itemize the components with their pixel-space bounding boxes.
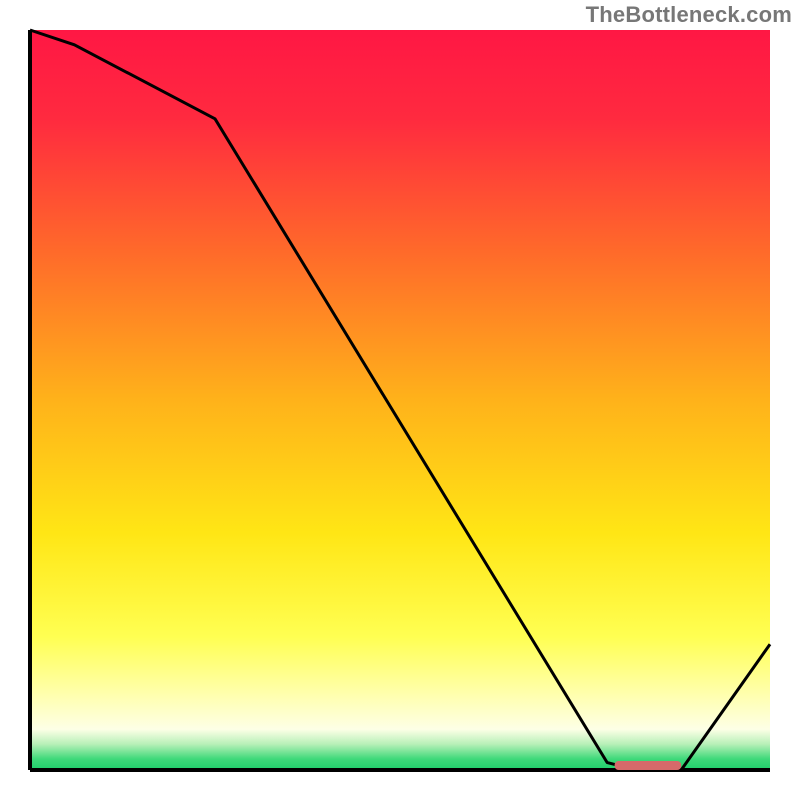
plot-background — [30, 30, 770, 770]
bottleneck-chart — [0, 0, 800, 800]
bottleneck-marker — [615, 761, 682, 770]
chart-container: TheBottleneck.com — [0, 0, 800, 800]
watermark-text: TheBottleneck.com — [586, 2, 792, 28]
